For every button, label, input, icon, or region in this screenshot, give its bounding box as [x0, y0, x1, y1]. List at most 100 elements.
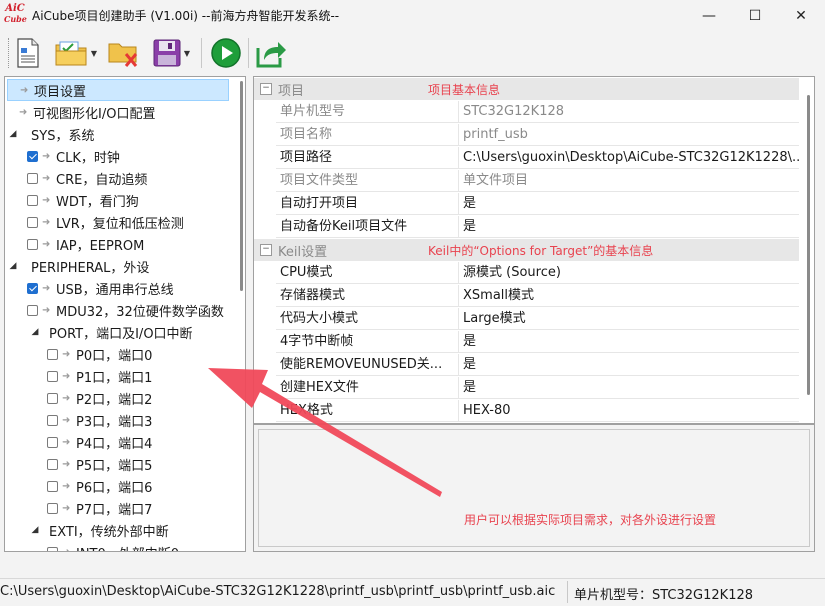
collapse-icon[interactable]: ◢	[7, 129, 19, 139]
tree-item-label: P2口，端口2	[76, 392, 153, 408]
tree-item-wdt[interactable]: ➜ WDT，看门狗	[27, 189, 139, 211]
tree-item-p1[interactable]: ➜ P1口，端口1	[47, 365, 152, 387]
collapse-icon[interactable]: ◢	[29, 525, 41, 535]
property-grid-scrollbar[interactable]	[807, 95, 810, 395]
checkbox[interactable]	[47, 370, 58, 382]
prop-value[interactable]: 是	[459, 331, 799, 352]
prop-row[interactable]: 4字节中断帧 是	[276, 331, 799, 353]
property-grid[interactable]: − 项目 项目基本信息 单片机型号 STC32G12K128 项目名称 prin…	[253, 76, 815, 424]
prop-value[interactable]: 是	[459, 193, 799, 214]
checkbox[interactable]	[47, 348, 58, 360]
app-logo-top: AiC	[5, 3, 25, 14]
prop-row[interactable]: 存储器模式 XSmall模式	[276, 285, 799, 307]
checkbox[interactable]	[27, 304, 38, 316]
arrow-right-icon: ➜	[62, 414, 71, 426]
collapse-icon[interactable]: ◢	[7, 261, 19, 271]
tree-item-int0[interactable]: ➜ INT0，外部中断0	[47, 541, 179, 551]
tree-item-io-config[interactable]: ➜ 可视图形化I/O口配置	[7, 101, 155, 123]
tree-scrollbar[interactable]	[240, 81, 243, 291]
tree-item-usb[interactable]: ➜ USB，通用串行总线	[27, 277, 174, 299]
prop-row[interactable]: 项目名称 printf_usb	[276, 124, 799, 146]
prop-row[interactable]: 使能REMOVEUNUSED关... 是	[276, 354, 799, 376]
checkbox[interactable]	[27, 194, 38, 206]
save-button[interactable]: ▼	[146, 36, 196, 70]
prop-row[interactable]: CPU模式 源模式 (Source)	[276, 262, 799, 284]
close-project-button[interactable]	[106, 36, 142, 70]
tree-item-port[interactable]: ◢ PORT，端口及I/O口中断	[29, 321, 193, 343]
tree-item-p2[interactable]: ➜ P2口，端口2	[47, 387, 152, 409]
prop-key: 代码大小模式	[276, 308, 459, 329]
tree-item-p4[interactable]: ➜ P4口，端口4	[47, 431, 152, 453]
prop-value[interactable]: 是	[459, 377, 799, 398]
tree-item-lvr[interactable]: ➜ LVR，复位和低压检测	[27, 211, 184, 233]
tree-item-exti[interactable]: ◢ EXTI，传统外部中断	[29, 519, 169, 541]
checkbox[interactable]	[47, 414, 58, 426]
tree-item-label: EXTI，传统外部中断	[49, 524, 169, 540]
tree-item-p6[interactable]: ➜ P6口，端口6	[47, 475, 152, 497]
checkbox[interactable]	[27, 172, 38, 184]
export-button[interactable]	[254, 36, 290, 70]
prop-value[interactable]: C:\Users\guoxin\Desktop\AiCube-STC32G12K…	[459, 147, 799, 168]
tree-item-p0[interactable]: ➜ P0口，端口0	[47, 343, 152, 365]
project-tree[interactable]: ➜ 项目设置 ➜ 可视图形化I/O口配置 ◢ SYS，系统 ➜ CLK，时钟 ➜…	[4, 76, 246, 552]
checkbox[interactable]	[47, 546, 58, 551]
checkbox[interactable]	[47, 480, 58, 492]
tree-item-p5[interactable]: ➜ P5口，端口5	[47, 453, 152, 475]
category-keil[interactable]: − Keil设置 Keil中的“Options for Target”的基本信息	[254, 239, 799, 261]
new-project-button[interactable]	[14, 36, 42, 70]
arrow-right-icon: ➜	[62, 458, 71, 470]
open-folder-icon	[55, 41, 87, 66]
tree-item-mdu32[interactable]: ➜ MDU32，32位硬件数学函数	[27, 299, 224, 321]
prop-value[interactable]: XSmall模式	[459, 285, 799, 306]
open-project-button[interactable]: ▼	[52, 36, 100, 70]
checkbox[interactable]	[27, 150, 38, 162]
description-panel: 用户可以根据实际项目需求，对各外设进行设置	[253, 424, 815, 552]
tree-item-peripheral[interactable]: ◢ PERIPHERAL，外设	[7, 255, 150, 277]
prop-value[interactable]: 是	[459, 216, 799, 237]
prop-value[interactable]: HEX-80	[459, 400, 799, 421]
prop-row[interactable]: 代码大小模式 Large模式	[276, 308, 799, 330]
tree-item-p7[interactable]: ➜ P7口，端口7	[47, 497, 152, 519]
tree-item-label: CRE，自动追频	[56, 172, 148, 188]
prop-row[interactable]: 自动打开项目 是	[276, 193, 799, 215]
run-button[interactable]	[208, 36, 244, 70]
tree-item-label: P6口，端口6	[76, 480, 153, 496]
checkbox[interactable]	[27, 282, 38, 294]
tree-item-p3[interactable]: ➜ P3口，端口3	[47, 409, 152, 431]
prop-key: 项目名称	[276, 124, 459, 145]
close-button[interactable]: ✕	[778, 0, 824, 32]
chevron-down-icon[interactable]: ▼	[91, 49, 97, 58]
tree-item-project-settings[interactable]: ➜ 项目设置	[7, 79, 229, 101]
prop-row[interactable]: 项目路径 C:\Users\guoxin\Desktop\AiCube-STC3…	[276, 147, 799, 169]
checkbox[interactable]	[47, 458, 58, 470]
checkbox[interactable]	[47, 436, 58, 448]
prop-row[interactable]: HEX格式 HEX-80	[276, 400, 799, 422]
prop-row[interactable]: 单片机型号 STC32G12K128	[276, 101, 799, 123]
collapse-icon[interactable]: −	[260, 244, 272, 256]
prop-row[interactable]: 自动备份Keil项目文件 是	[276, 216, 799, 238]
prop-value[interactable]: Large模式	[459, 308, 799, 329]
checkbox[interactable]	[27, 238, 38, 250]
status-separator	[567, 581, 568, 603]
arrow-right-icon: ➜	[42, 172, 51, 184]
collapse-icon[interactable]: −	[260, 83, 272, 95]
prop-key: 存储器模式	[276, 285, 459, 306]
status-bar: C:\Users\guoxin\Desktop\AiCube-STC32G12K…	[0, 578, 825, 606]
checkbox[interactable]	[27, 216, 38, 228]
chevron-down-icon[interactable]: ▼	[184, 49, 190, 58]
maximize-icon: ☐	[748, 8, 762, 24]
prop-row[interactable]: 项目文件类型 单文件项目	[276, 170, 799, 192]
tree-item-iap[interactable]: ➜ IAP，EEPROM	[27, 233, 144, 255]
prop-row[interactable]: 创建HEX文件 是	[276, 377, 799, 399]
minimize-button[interactable]: —	[686, 0, 732, 32]
checkbox[interactable]	[47, 392, 58, 404]
category-project[interactable]: − 项目 项目基本信息	[254, 78, 799, 100]
prop-value[interactable]: 源模式 (Source)	[459, 262, 799, 283]
maximize-button[interactable]: ☐	[732, 0, 778, 32]
checkbox[interactable]	[47, 502, 58, 514]
tree-item-clk[interactable]: ➜ CLK，时钟	[27, 145, 120, 167]
tree-item-cre[interactable]: ➜ CRE，自动追频	[27, 167, 147, 189]
collapse-icon[interactable]: ◢	[29, 327, 41, 337]
prop-value[interactable]: 是	[459, 354, 799, 375]
tree-item-sys[interactable]: ◢ SYS，系统	[7, 123, 95, 145]
